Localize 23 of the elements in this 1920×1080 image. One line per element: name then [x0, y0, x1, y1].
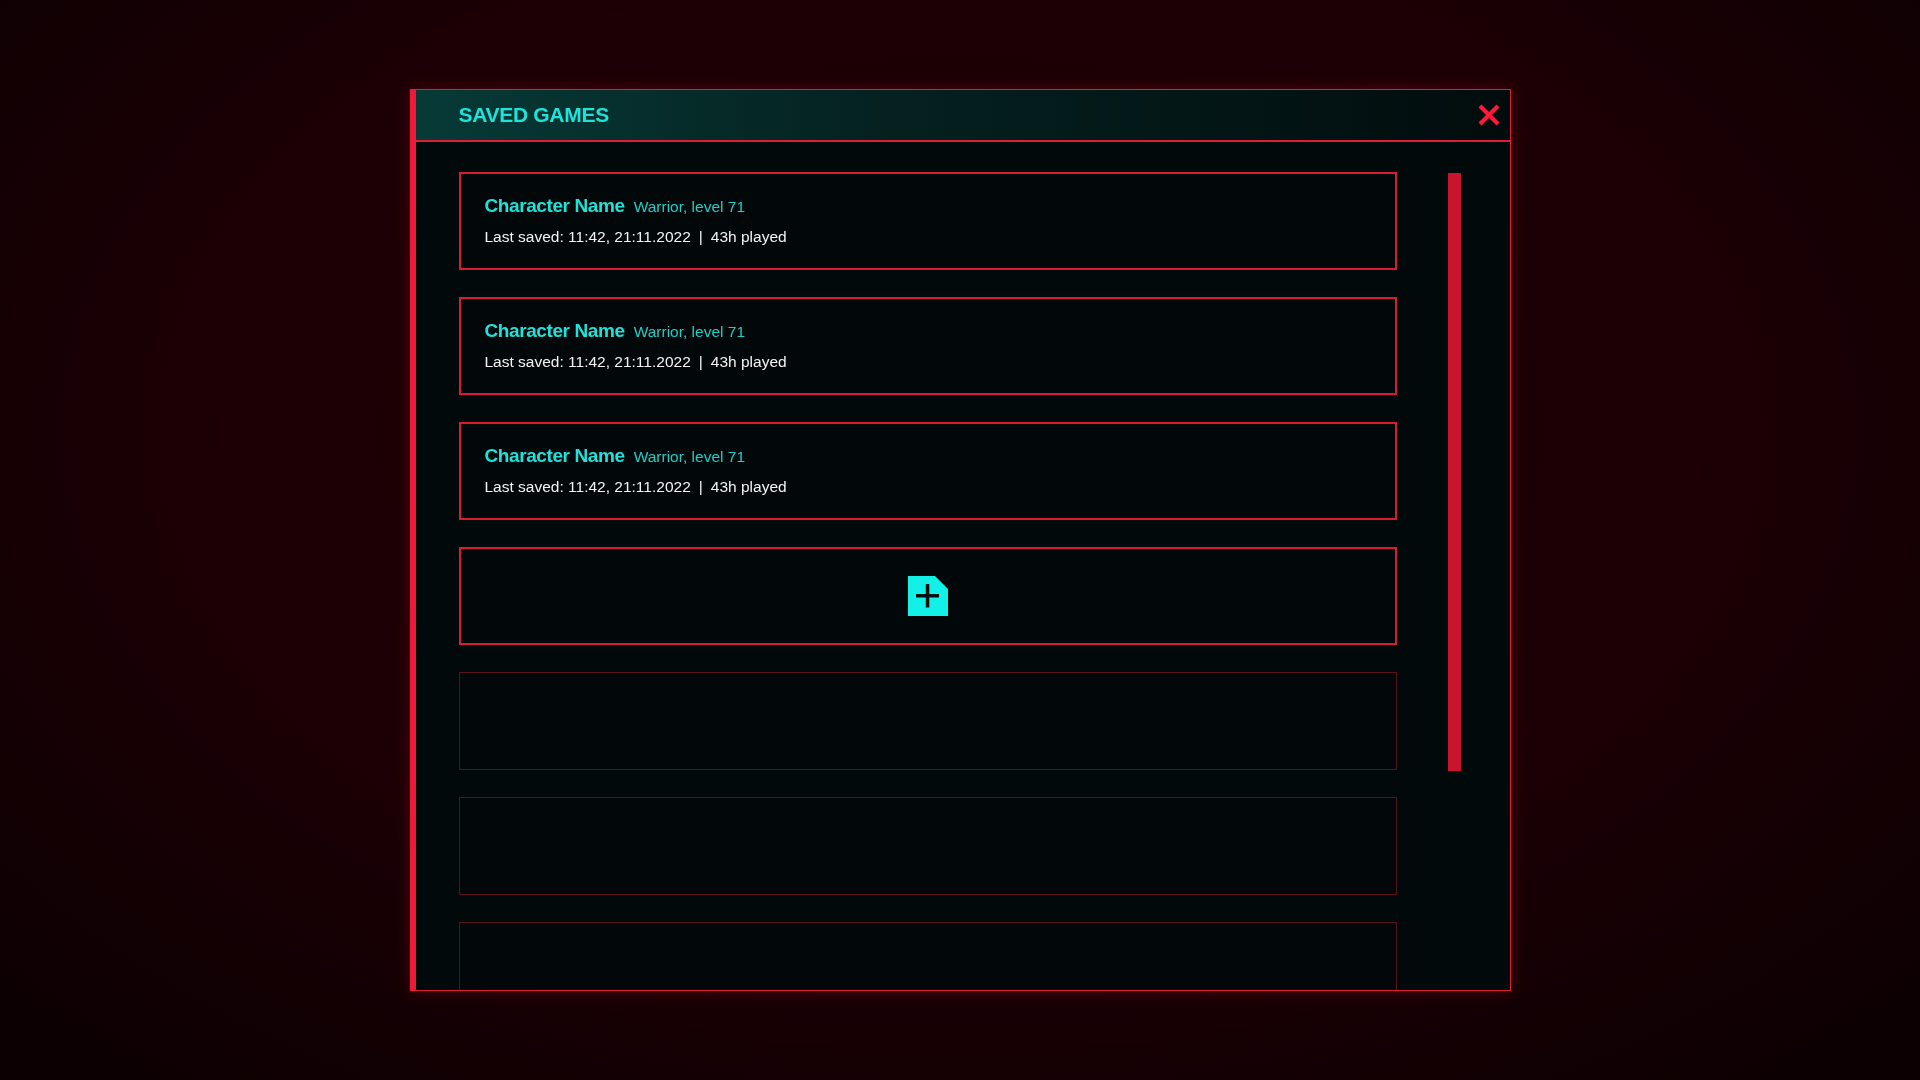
class-level-text: Warrior, level 71: [633, 448, 746, 466]
last-saved-text: Last saved: 11:42, 21:11.2022: [484, 228, 691, 246]
character-name: Character Name: [484, 195, 625, 217]
playtime-text: 43h played: [710, 353, 787, 371]
dialog-title: SAVED GAMES: [458, 103, 609, 127]
separator-text: |: [698, 478, 703, 496]
scrollbar-thumb[interactable]: [1447, 173, 1461, 771]
class-level-text: Warrior, level 71: [633, 198, 746, 216]
separator-text: |: [698, 353, 703, 371]
separator-text: |: [698, 228, 703, 246]
character-name: Character Name: [484, 445, 625, 467]
save-slot-card[interactable]: Character Name Warrior, level 71 Last saved: 11:42, 21:11.2022 | 43h played: [458, 297, 1397, 395]
class-level-text: Warrior, level 71: [633, 323, 746, 341]
add-file-icon: [907, 576, 948, 616]
save-slot-card[interactable]: Character Name Warrior, level 71 Last saved: 11:42, 21:11.2022 | 43h played: [458, 422, 1397, 520]
character-name: Character Name: [484, 320, 625, 342]
last-saved-text: Last saved: 11:42, 21:11.2022: [484, 478, 691, 496]
close-icon: [1476, 103, 1501, 127]
playtime-text: 43h played: [710, 228, 787, 246]
last-saved-text: Last saved: 11:42, 21:11.2022: [484, 353, 691, 371]
new-save-button[interactable]: [458, 547, 1397, 645]
save-slot-card[interactable]: Character Name Warrior, level 71 Last saved: 11:42, 21:11.2022 | 43h played: [458, 172, 1397, 270]
playtime-text: 43h played: [710, 478, 787, 496]
